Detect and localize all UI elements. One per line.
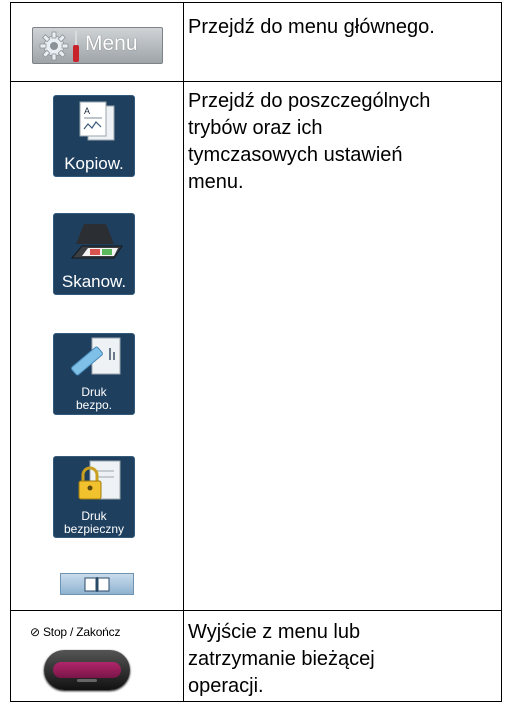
stop-exit-key[interactable] bbox=[44, 650, 130, 690]
stop-sign-icon: ⊘ bbox=[30, 625, 40, 639]
book-button[interactable] bbox=[60, 573, 134, 595]
stop-key-label-text: Stop / Zakończ bbox=[43, 625, 121, 639]
stop-key-notch bbox=[77, 679, 97, 682]
row-divider bbox=[11, 610, 501, 611]
screwdriver-icon bbox=[73, 31, 79, 62]
svg-text:A: A bbox=[84, 106, 90, 116]
stop-key-label: ⊘ Stop / Zakończ bbox=[30, 625, 120, 639]
column-divider bbox=[183, 3, 184, 701]
scanner-icon bbox=[70, 224, 123, 259]
gear-icon bbox=[39, 31, 69, 61]
secure-print-label-line2: bezpieczny bbox=[63, 522, 125, 536]
copy-button[interactable]: A Kopiow. bbox=[53, 95, 135, 177]
modes-description-line: Przejdź do poszczególnych bbox=[188, 90, 431, 112]
menu-button[interactable]: Menu bbox=[32, 27, 163, 64]
copy-button-label: Kopiow. bbox=[64, 154, 124, 173]
modes-description: Przejdź do poszczególnych trybów oraz ic… bbox=[188, 88, 488, 196]
usb-direct-print-icon bbox=[71, 337, 121, 376]
menu-button-label: Menu bbox=[85, 32, 138, 55]
modes-description-line: trybów oraz ich bbox=[188, 117, 323, 139]
lock-icon bbox=[78, 460, 121, 500]
direct-print-button[interactable]: Druk bezpo. bbox=[53, 333, 135, 415]
book-icon bbox=[84, 577, 110, 592]
secure-print-button[interactable]: Druk bezpieczny bbox=[53, 456, 135, 538]
copy-icon: A bbox=[79, 101, 115, 141]
modes-description-line: menu. bbox=[188, 171, 244, 193]
scan-button-label: Skanow. bbox=[61, 272, 127, 291]
stop-description-line: Wyjście z menu lub bbox=[188, 621, 361, 643]
scan-button[interactable]: Skanow. bbox=[53, 213, 135, 295]
stop-description-line: operacji. bbox=[188, 675, 264, 697]
stop-description-line: zatrzymanie bieżącej bbox=[188, 648, 375, 670]
stop-key-light bbox=[53, 662, 121, 678]
direct-print-label-line2: bezpo. bbox=[75, 398, 113, 412]
row-divider bbox=[11, 81, 501, 82]
menu-description: Przejdź do menu głównego. bbox=[188, 16, 435, 38]
stop-description: Wyjście z menu lub zatrzymanie bieżącej … bbox=[188, 619, 488, 700]
modes-description-line: tymczasowych ustawień bbox=[188, 144, 403, 166]
